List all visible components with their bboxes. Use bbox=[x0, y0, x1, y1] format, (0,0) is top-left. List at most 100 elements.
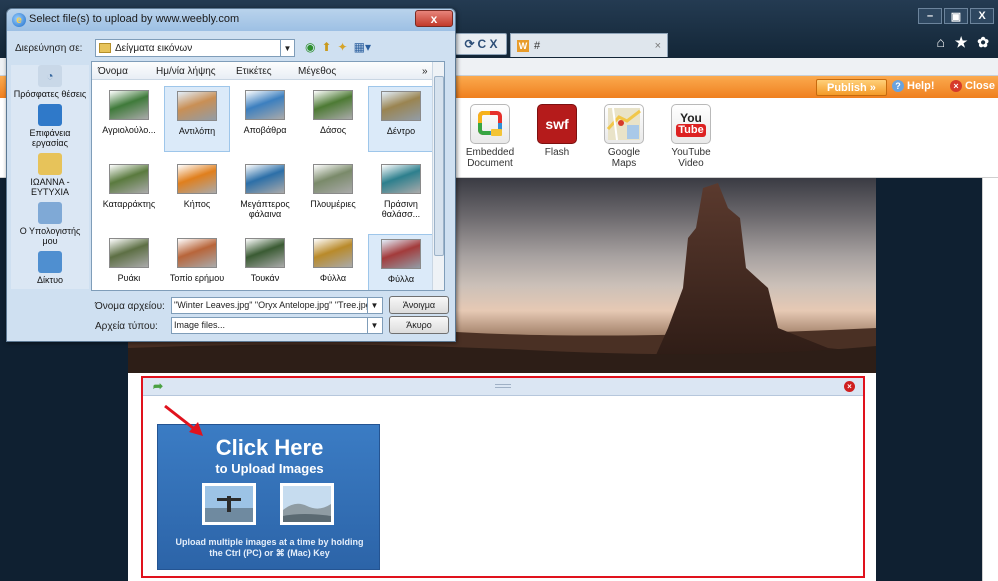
up-folder-icon[interactable]: ⬆ bbox=[321, 40, 331, 54]
close-label: Close bbox=[965, 80, 995, 92]
address-bar-controls[interactable]: ⟳ C X bbox=[455, 33, 507, 55]
back-icon[interactable]: ◉ bbox=[305, 40, 315, 54]
file-name: Πράσινη θαλάσσ... bbox=[381, 199, 421, 219]
minimize-button[interactable]: – bbox=[918, 8, 942, 24]
help-icon: ? bbox=[892, 80, 904, 92]
file-thumbnail bbox=[313, 90, 353, 120]
look-in-label: Διερεύνηση σε: bbox=[15, 43, 83, 54]
column-name[interactable]: Όνομα bbox=[98, 66, 128, 77]
dialog-title: Select file(s) to upload by www.weebly.c… bbox=[29, 13, 240, 25]
open-button[interactable]: Άνοιγμα bbox=[389, 296, 449, 314]
column-date[interactable]: Ημ/νία λήψης bbox=[156, 66, 216, 77]
close-icon: × bbox=[950, 80, 962, 92]
upload-subtitle: to Upload Images bbox=[215, 461, 324, 476]
close-editor-link[interactable]: × Close bbox=[950, 80, 995, 92]
folder-icon bbox=[99, 43, 111, 53]
place-network[interactable]: Δίκτυο bbox=[11, 251, 89, 285]
editor-scrollbar[interactable] bbox=[982, 178, 998, 581]
drag-handle-icon[interactable] bbox=[495, 384, 511, 388]
file-item[interactable]: Πλουμέριες bbox=[300, 160, 366, 226]
file-upload-dialog: e Select file(s) to upload by www.weebly… bbox=[6, 8, 456, 342]
file-name: Μεγάπτερος φάλαινα bbox=[240, 199, 290, 219]
places-bar: ◔ Πρόσφατες θέσεις Επιφάνεια εργασίας IΩ… bbox=[11, 65, 89, 289]
file-item[interactable]: Τουκάν bbox=[232, 234, 298, 290]
maximize-button[interactable]: ▣ bbox=[944, 8, 968, 24]
scroll-thumb[interactable] bbox=[434, 76, 444, 256]
element-embedded-document[interactable]: Embedded Document bbox=[460, 104, 520, 169]
place-label: Δίκτυο bbox=[37, 275, 63, 285]
place-computer[interactable]: Ο Υπολογιστής μου bbox=[11, 202, 89, 246]
element-flash[interactable]: swf Flash bbox=[527, 104, 587, 158]
user-folder-icon bbox=[38, 153, 62, 175]
file-thumbnail bbox=[381, 164, 421, 194]
cancel-button[interactable]: Άκυρο bbox=[389, 316, 449, 334]
file-item[interactable]: Αποβάθρα bbox=[232, 86, 298, 152]
file-thumbnail bbox=[245, 90, 285, 120]
dialog-title-bar[interactable]: e Select file(s) to upload by www.weebly… bbox=[7, 9, 455, 31]
file-item[interactable]: Καταρράκτης bbox=[96, 160, 162, 226]
file-item[interactable]: Ρυάκι bbox=[96, 234, 162, 290]
file-item[interactable]: Φύλλα bbox=[368, 234, 434, 290]
sample-photo-landscape bbox=[280, 483, 334, 525]
desktop-icon bbox=[38, 104, 62, 126]
column-size[interactable]: Μέγεθος bbox=[298, 66, 336, 77]
file-item[interactable]: Δάσος bbox=[300, 86, 366, 152]
refresh-icon[interactable]: ⟳ bbox=[464, 37, 474, 51]
tab-close-icon[interactable]: × bbox=[655, 40, 661, 52]
file-item[interactable]: Αντιλόπη bbox=[164, 86, 230, 152]
file-thumbnail bbox=[245, 164, 285, 194]
file-name: Κήπος bbox=[183, 199, 211, 209]
chevron-down-icon[interactable]: ▼ bbox=[367, 318, 381, 333]
file-thumbnail bbox=[109, 238, 149, 268]
new-folder-icon[interactable]: ✦ bbox=[338, 40, 348, 54]
chevron-down-icon[interactable]: ▼ bbox=[367, 298, 381, 313]
browser-tab[interactable]: W # × bbox=[510, 33, 668, 57]
red-arrow-icon bbox=[164, 404, 203, 436]
more-columns-icon[interactable]: » bbox=[422, 66, 428, 77]
file-item[interactable]: Δέντρο bbox=[368, 86, 434, 152]
file-item[interactable]: Κήπος bbox=[164, 160, 230, 226]
file-thumbnail bbox=[381, 91, 421, 121]
file-thumbnail bbox=[381, 239, 421, 269]
file-item[interactable]: Πράσινη θαλάσσ... bbox=[368, 160, 434, 226]
drag-arrow-icon[interactable]: ➦ bbox=[153, 380, 165, 392]
image-gallery-block[interactable]: ➦ × Click Here to Upload Images Upload m… bbox=[141, 376, 865, 578]
place-label: Ο Υπολογιστής μου bbox=[19, 226, 81, 246]
file-list-header: Όνομα Ημ/νία λήψης Ετικέτες Μέγεθος » bbox=[92, 62, 432, 80]
place-user[interactable]: IΩANNA - ΕΥΤΥΧΙΑ bbox=[11, 153, 89, 197]
publish-button[interactable]: Publish » bbox=[816, 79, 887, 96]
help-link[interactable]: ? Help! bbox=[892, 80, 935, 92]
upload-images-button[interactable]: Click Here to Upload Images Upload multi… bbox=[157, 424, 380, 570]
file-name: Αγριολούλο... bbox=[102, 125, 156, 135]
filename-input[interactable]: "Winter Leaves.jpg" "Oryx Antelope.jpg" … bbox=[171, 297, 383, 314]
recent-places-icon: ◔ bbox=[38, 65, 62, 87]
file-item[interactable]: Μεγάπτερος φάλαινα bbox=[232, 160, 298, 226]
remove-block-icon[interactable]: × bbox=[844, 381, 855, 392]
file-list-scrollbar[interactable] bbox=[432, 62, 444, 290]
file-name: Φύλλα bbox=[387, 274, 415, 284]
filetype-select[interactable]: Image files... bbox=[171, 317, 383, 334]
map-icon bbox=[604, 104, 644, 144]
address-controls-label[interactable]: C X bbox=[478, 37, 498, 51]
column-tags[interactable]: Ετικέτες bbox=[236, 66, 272, 77]
file-name: Τουκάν bbox=[250, 273, 280, 283]
file-name: Πλουμέριες bbox=[310, 199, 356, 209]
place-desktop[interactable]: Επιφάνεια εργασίας bbox=[11, 104, 89, 148]
file-item[interactable]: Φύλλα bbox=[300, 234, 366, 290]
element-google-maps[interactable]: Google Maps bbox=[594, 104, 654, 169]
file-thumbnail bbox=[313, 164, 353, 194]
file-thumbnail bbox=[313, 238, 353, 268]
browser-toolbar-icons[interactable]: ⌂ ★ ✿ bbox=[936, 34, 992, 51]
document-icon bbox=[470, 104, 510, 144]
chevron-down-icon[interactable]: ▼ bbox=[280, 40, 294, 56]
look-in-select[interactable]: Δείγματα εικόνων ▼ bbox=[95, 39, 295, 57]
file-item[interactable]: Αγριολούλο... bbox=[96, 86, 162, 152]
element-youtube-video[interactable]: You Tube YouTube Video bbox=[661, 104, 721, 169]
close-window-button[interactable]: X bbox=[970, 8, 994, 24]
place-recent[interactable]: ◔ Πρόσφατες θέσεις bbox=[11, 65, 89, 99]
file-item[interactable]: Τοπίο ερήμου bbox=[164, 234, 230, 290]
dialog-close-button[interactable]: x bbox=[415, 10, 453, 27]
file-thumbnail bbox=[177, 238, 217, 268]
filename-label: Όνομα αρχείου: bbox=[95, 301, 165, 312]
view-menu-icon[interactable]: ▦▾ bbox=[354, 40, 371, 54]
